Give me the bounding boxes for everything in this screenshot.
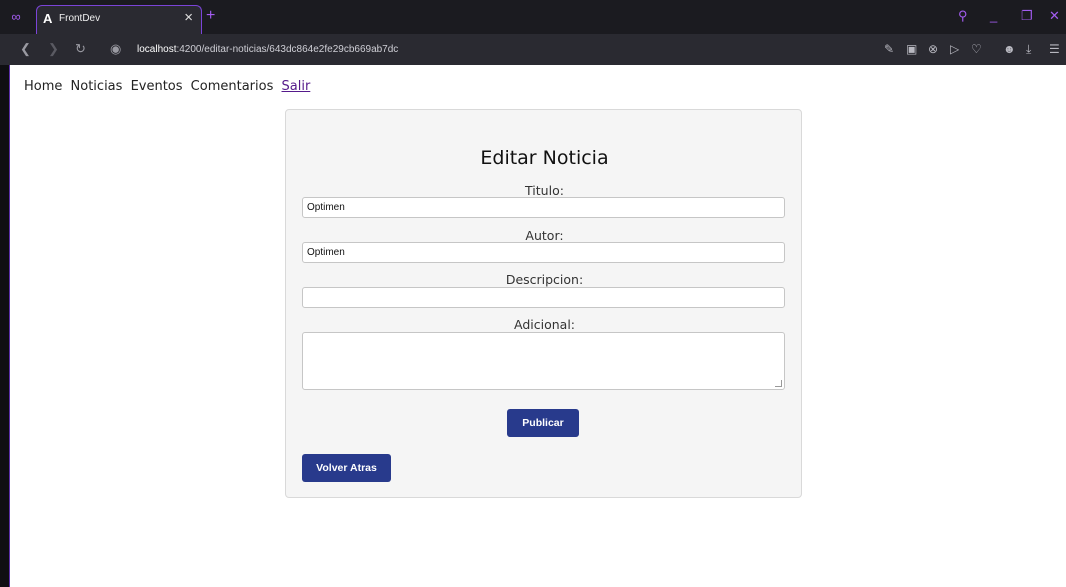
titulo-input[interactable]: Optimen bbox=[302, 197, 785, 218]
settings-icon[interactable]: ☰ bbox=[1049, 42, 1060, 56]
descripcion-label: Descripcion: bbox=[505, 272, 584, 287]
nav-noticias[interactable]: Noticias bbox=[71, 79, 123, 94]
close-window-icon[interactable]: ✕ bbox=[1049, 8, 1060, 24]
forward-icon[interactable]: ❯ bbox=[48, 41, 59, 57]
send-icon[interactable]: ▷ bbox=[950, 42, 959, 56]
back-icon[interactable]: ❮ bbox=[20, 41, 31, 57]
edit-news-card: Editar Noticia Titulo: Optimen Autor: Op… bbox=[285, 109, 802, 498]
close-tab-icon[interactable]: × bbox=[184, 9, 193, 27]
tab-title: FrontDev bbox=[59, 13, 101, 24]
browser-tab[interactable]: A FrontDev × bbox=[36, 5, 202, 34]
nav-comentarios[interactable]: Comentarios bbox=[191, 79, 274, 94]
restore-icon[interactable]: ❐ bbox=[1021, 8, 1033, 24]
profile-icon[interactable]: ☻ bbox=[1003, 42, 1016, 56]
volver-atras-button[interactable]: Volver Atras bbox=[302, 454, 391, 482]
top-nav: Home Noticias Eventos Comentarios Salir bbox=[24, 78, 314, 96]
publicar-button[interactable]: Publicar bbox=[507, 409, 579, 437]
favicon-icon: A bbox=[43, 11, 53, 26]
heart-icon[interactable]: ♡ bbox=[971, 42, 982, 56]
page-title: Editar Noticia bbox=[480, 147, 609, 169]
url-host: localhost bbox=[137, 44, 177, 55]
reload-icon[interactable]: ↻ bbox=[75, 41, 86, 57]
adicional-textarea[interactable] bbox=[302, 332, 785, 390]
adicional-label: Adicional: bbox=[514, 317, 575, 332]
search-icon[interactable]: ⚲ bbox=[958, 8, 968, 24]
menu-icon[interactable]: ∞ bbox=[6, 9, 26, 25]
nav-eventos[interactable]: Eventos bbox=[131, 79, 183, 94]
nav-salir-link[interactable]: Salir bbox=[282, 79, 311, 94]
minimize-icon[interactable]: _ bbox=[990, 8, 997, 24]
address-bar: ❮ ❯ ↻ ◉ localhost:4200/editar-noticias/6… bbox=[0, 34, 1066, 65]
browser-tab-bar: ∞ A FrontDev × + ⚲ _ ❐ ✕ bbox=[0, 0, 1066, 34]
download-icon[interactable]: ⤓ bbox=[1026, 42, 1031, 56]
window-left-edge bbox=[0, 65, 9, 587]
site-info-icon[interactable]: ◉ bbox=[110, 41, 121, 57]
descripcion-input[interactable] bbox=[302, 287, 785, 308]
url-path: :4200/editar-noticias/643dc864e2fe29cb66… bbox=[176, 44, 399, 55]
autor-input[interactable]: Optimen bbox=[302, 242, 785, 263]
screenshot-icon[interactable]: ▣ bbox=[906, 42, 917, 56]
nav-home[interactable]: Home bbox=[24, 79, 62, 94]
url-field[interactable]: localhost:4200/editar-noticias/643dc864e… bbox=[137, 43, 398, 56]
resize-handle-icon[interactable] bbox=[775, 380, 782, 387]
adblock-icon[interactable]: ⊗ bbox=[928, 42, 938, 56]
page-content: Home Noticias Eventos Comentarios Salir … bbox=[9, 65, 1066, 587]
new-tab-icon[interactable]: + bbox=[206, 7, 215, 25]
edit-icon[interactable]: ✎ bbox=[884, 42, 894, 56]
